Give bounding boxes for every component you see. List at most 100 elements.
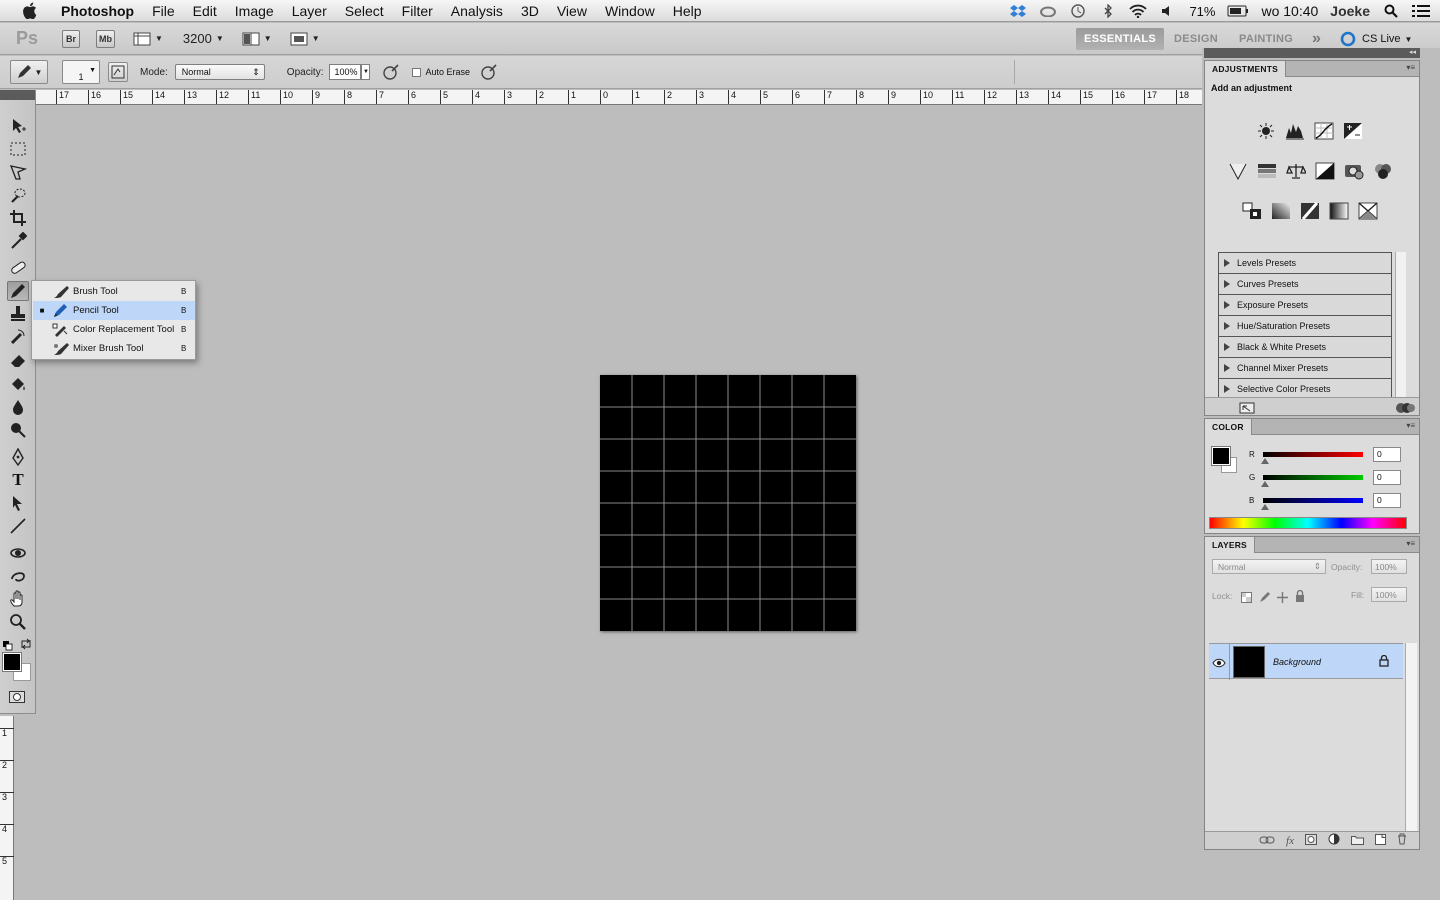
launch-mini-bridge-button[interactable]: Mb bbox=[96, 29, 115, 48]
launch-bridge-button[interactable]: Br bbox=[62, 29, 80, 48]
brush-panel-toggle[interactable] bbox=[108, 62, 128, 82]
paint-bucket-tool-icon[interactable] bbox=[7, 374, 29, 394]
threshold-icon[interactable] bbox=[1299, 201, 1321, 221]
menu-app-name[interactable]: Photoshop bbox=[52, 3, 143, 19]
blue-value-input[interactable]: 0 bbox=[1373, 493, 1401, 508]
menu-user[interactable]: Joeke bbox=[1330, 3, 1370, 19]
mode-select[interactable]: Normal bbox=[174, 64, 265, 80]
menu-window[interactable]: Window bbox=[596, 3, 664, 19]
link-layers-icon[interactable] bbox=[1259, 832, 1275, 850]
history-brush-tool-icon[interactable] bbox=[7, 327, 29, 347]
lasso-tool-icon[interactable] bbox=[7, 162, 29, 182]
marquee-tool-icon[interactable] bbox=[7, 139, 29, 159]
eraser-tool-icon[interactable] bbox=[7, 350, 29, 370]
exposure-icon[interactable] bbox=[1342, 121, 1364, 141]
vibrance-icon[interactable] bbox=[1227, 161, 1249, 181]
swap-colors-icon[interactable] bbox=[20, 637, 32, 650]
adjustment-preset-item[interactable]: Hue/Saturation Presets bbox=[1219, 316, 1391, 337]
adjustments-panel-menu-icon[interactable]: ▾≡ bbox=[1406, 63, 1415, 72]
dodge-tool-icon[interactable] bbox=[7, 420, 29, 440]
menu-image[interactable]: Image bbox=[226, 3, 283, 19]
layer-fill-input[interactable]: 100% bbox=[1371, 587, 1407, 602]
tablet-pressure-opacity-button[interactable] bbox=[382, 63, 400, 81]
spotlight-search-icon[interactable] bbox=[1382, 4, 1400, 18]
line-tool-icon[interactable] bbox=[7, 516, 29, 536]
brush-preset-picker[interactable]: 1 ▼ bbox=[62, 60, 100, 84]
quick-mask-mode-icon[interactable] bbox=[9, 690, 25, 703]
gradient-map-icon[interactable] bbox=[1328, 201, 1350, 221]
delete-layer-trash-icon[interactable] bbox=[1397, 832, 1407, 850]
lock-transparent-pixels-icon[interactable] bbox=[1241, 590, 1252, 608]
green-slider-thumb[interactable] bbox=[1261, 481, 1269, 487]
battery-icon[interactable] bbox=[1227, 4, 1249, 18]
red-slider[interactable] bbox=[1263, 452, 1363, 457]
healing-brush-tool-icon[interactable] bbox=[7, 258, 29, 278]
menu-filter[interactable]: Filter bbox=[393, 3, 442, 19]
menu-analysis[interactable]: Analysis bbox=[442, 3, 512, 19]
layer-style-fx-icon[interactable]: fx bbox=[1286, 835, 1294, 847]
color-tab[interactable]: COLOR bbox=[1205, 418, 1252, 435]
creative-cloud-icon[interactable] bbox=[1039, 4, 1057, 18]
menu-view[interactable]: View bbox=[548, 3, 596, 19]
disclosure-triangle-icon[interactable] bbox=[1224, 301, 1230, 309]
3d-rotate-tool-icon[interactable] bbox=[7, 543, 29, 563]
hand-tool-icon[interactable] bbox=[7, 589, 29, 609]
disclosure-triangle-icon[interactable] bbox=[1224, 259, 1230, 267]
photo-filter-icon[interactable] bbox=[1343, 161, 1365, 181]
layer-opacity-input[interactable]: 100% bbox=[1371, 559, 1407, 574]
return-to-adjustment-list-icon[interactable] bbox=[1239, 401, 1255, 419]
default-colors-icon[interactable] bbox=[3, 638, 13, 651]
menu-select[interactable]: Select bbox=[336, 3, 393, 19]
color-replacement-tool-option[interactable]: Color Replacement Tool B bbox=[33, 320, 195, 339]
eyedropper-tool-icon[interactable] bbox=[7, 231, 29, 251]
new-adjustment-layer-icon[interactable] bbox=[1328, 832, 1340, 850]
new-group-folder-icon[interactable] bbox=[1351, 832, 1364, 850]
red-slider-thumb[interactable] bbox=[1261, 458, 1269, 464]
menu-layer[interactable]: Layer bbox=[283, 3, 336, 19]
menu-clock[interactable]: wo 10:40 bbox=[1261, 3, 1318, 19]
adjustment-preset-item[interactable]: Black & White Presets bbox=[1219, 337, 1391, 358]
view-extras-button[interactable]: ▼ bbox=[131, 30, 165, 48]
opacity-slider-toggle[interactable]: ▼ bbox=[361, 64, 371, 80]
channel-mixer-icon[interactable] bbox=[1372, 161, 1394, 181]
menu-file[interactable]: File bbox=[143, 3, 184, 19]
layer-visibility-clip-icon[interactable] bbox=[1395, 401, 1415, 419]
path-selection-tool-icon[interactable] bbox=[7, 493, 29, 513]
adjustment-preset-item[interactable]: Curves Presets bbox=[1219, 274, 1391, 295]
pen-tool-icon[interactable] bbox=[7, 447, 29, 467]
disclosure-triangle-icon[interactable] bbox=[1224, 343, 1230, 351]
brightness-contrast-icon[interactable] bbox=[1255, 121, 1277, 141]
selective-color-icon[interactable] bbox=[1357, 201, 1379, 221]
layer-visibility-eye-icon[interactable] bbox=[1212, 655, 1226, 673]
posterize-icon[interactable] bbox=[1270, 201, 1292, 221]
time-machine-icon[interactable] bbox=[1069, 4, 1087, 18]
color-balance-icon[interactable] bbox=[1285, 161, 1307, 181]
color-spectrum-ramp[interactable] bbox=[1209, 517, 1407, 529]
dropbox-icon[interactable] bbox=[1009, 4, 1027, 18]
opacity-input[interactable]: 100% bbox=[329, 64, 362, 80]
zoom-level-dropdown[interactable]: 3200 ▼ bbox=[181, 30, 226, 48]
crop-tool-icon[interactable] bbox=[7, 208, 29, 228]
color-panel-foreground-swatch[interactable] bbox=[1211, 446, 1231, 466]
bluetooth-icon[interactable] bbox=[1099, 4, 1117, 18]
disclosure-triangle-icon[interactable] bbox=[1224, 280, 1230, 288]
color-panel-menu-icon[interactable]: ▾≡ bbox=[1406, 421, 1415, 430]
panel-dock-header[interactable]: ◂◂ bbox=[1204, 48, 1420, 58]
hue-saturation-icon[interactable] bbox=[1256, 161, 1278, 181]
layers-scrollbar[interactable] bbox=[1405, 643, 1417, 831]
cs-live-button[interactable]: CS Live ▼ bbox=[1340, 28, 1412, 50]
document-canvas[interactable] bbox=[600, 375, 856, 631]
auto-erase-checkbox[interactable] bbox=[412, 67, 422, 77]
disclosure-triangle-icon[interactable] bbox=[1224, 322, 1230, 330]
layers-panel-menu-icon[interactable]: ▾≡ bbox=[1406, 539, 1415, 548]
workspace-essentials[interactable]: ESSENTIALS bbox=[1076, 28, 1165, 50]
pencil-tool-option[interactable]: ■ Pencil Tool B bbox=[33, 301, 195, 320]
type-tool-icon[interactable]: T bbox=[7, 470, 29, 490]
levels-icon[interactable] bbox=[1284, 121, 1306, 141]
layer-name[interactable]: Background bbox=[1273, 657, 1321, 667]
screen-mode-button[interactable]: ▼ bbox=[288, 30, 322, 48]
adjustments-tab[interactable]: ADJUSTMENTS bbox=[1205, 60, 1286, 77]
volume-icon[interactable] bbox=[1159, 4, 1177, 18]
disclosure-triangle-icon[interactable] bbox=[1224, 385, 1230, 393]
apple-icon[interactable] bbox=[18, 2, 40, 19]
